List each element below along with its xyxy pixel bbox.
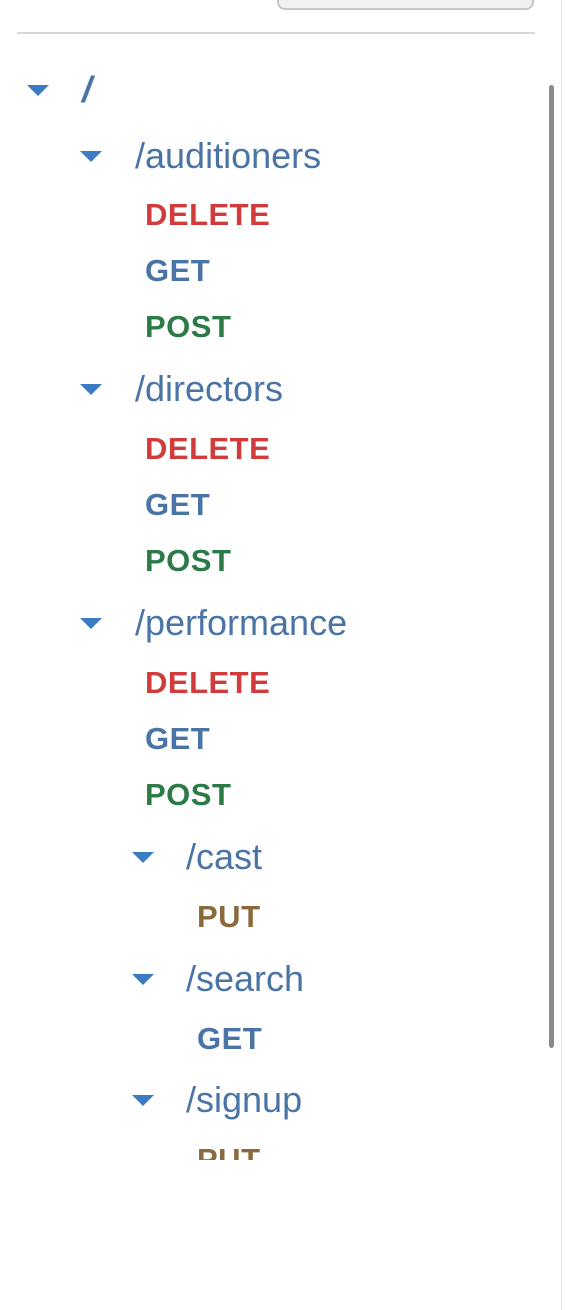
resource-path-label: /signup: [186, 1079, 303, 1120]
method-post[interactable]: POST: [145, 777, 231, 813]
chevron-down-icon[interactable]: [132, 1094, 154, 1106]
resource-tree: / /auditioners DELETE GET POST /director…: [0, 40, 545, 1160]
method-get[interactable]: GET: [145, 721, 210, 757]
tree-node-cast[interactable]: /cast: [132, 836, 263, 877]
panel-border: [561, 0, 562, 1310]
chevron-down-icon[interactable]: [27, 84, 49, 96]
method-delete[interactable]: DELETE: [145, 197, 270, 233]
resource-path-label: /: [82, 69, 93, 110]
chevron-down-icon[interactable]: [132, 851, 154, 863]
chevron-down-icon[interactable]: [80, 617, 102, 629]
divider: [17, 32, 535, 34]
top-action-button[interactable]: [277, 0, 534, 10]
resource-path-label: /search: [186, 958, 305, 999]
resource-tree-panel: / /auditioners DELETE GET POST /director…: [0, 0, 565, 1310]
method-put[interactable]: PUT: [197, 899, 261, 935]
tree-node-signup[interactable]: /signup: [132, 1079, 303, 1120]
resource-path-label: /directors: [135, 368, 284, 409]
method-get[interactable]: GET: [197, 1021, 262, 1057]
tree-node-auditioners[interactable]: /auditioners: [80, 135, 322, 176]
resource-path-label: /performance: [135, 602, 348, 643]
chevron-down-icon[interactable]: [80, 150, 102, 162]
resource-path-label: /cast: [186, 836, 263, 877]
method-put[interactable]: PUT: [197, 1142, 261, 1160]
tree-node-directors[interactable]: /directors: [80, 368, 284, 409]
resource-path-label: /auditioners: [135, 135, 322, 176]
method-get[interactable]: GET: [145, 487, 210, 523]
method-get[interactable]: GET: [145, 253, 210, 289]
chevron-down-icon[interactable]: [132, 973, 154, 985]
vertical-scrollbar[interactable]: [549, 85, 554, 1048]
method-delete[interactable]: DELETE: [145, 431, 270, 467]
method-post[interactable]: POST: [145, 309, 231, 345]
method-delete[interactable]: DELETE: [145, 665, 270, 701]
tree-node-root[interactable]: /: [27, 69, 93, 110]
tree-node-search[interactable]: /search: [132, 958, 305, 999]
method-post[interactable]: POST: [145, 543, 231, 579]
chevron-down-icon[interactable]: [80, 383, 102, 395]
tree-node-performance[interactable]: /performance: [80, 602, 348, 643]
